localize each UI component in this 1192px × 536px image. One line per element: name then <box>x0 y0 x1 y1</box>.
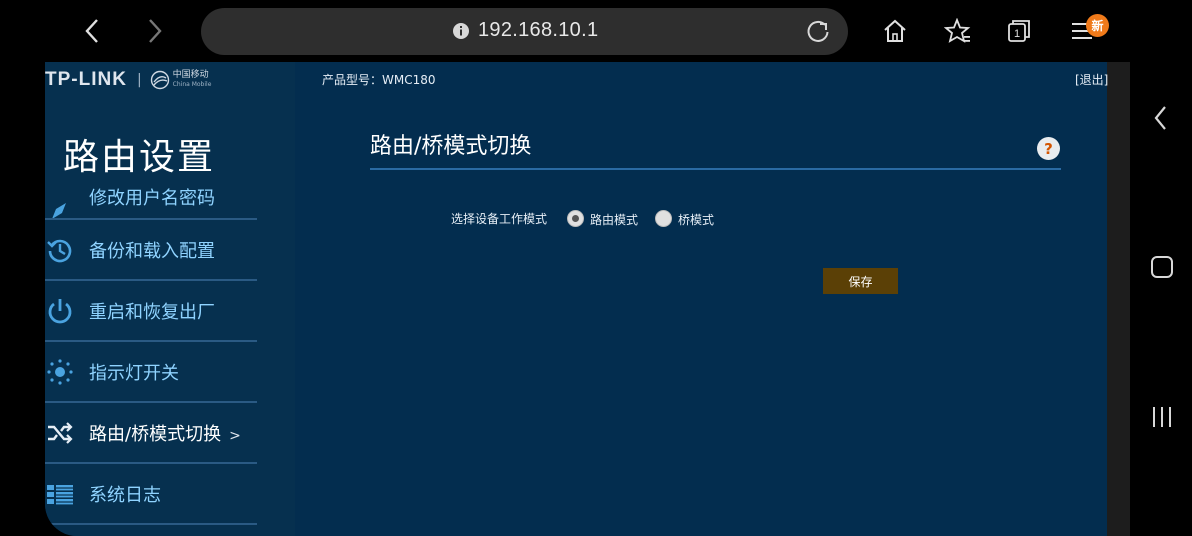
list-icon <box>45 479 75 509</box>
chevron-right-icon: > <box>229 427 241 444</box>
sidebar-item-backup-restore[interactable]: 备份和载入配置 <box>45 220 257 281</box>
sidebar-item-change-password[interactable]: 修改用户名密码 <box>45 180 257 220</box>
sidebar-item-led-switch[interactable]: 指示灯开关 <box>45 342 257 403</box>
pencil-icon <box>45 196 75 218</box>
history-icon <box>45 235 75 265</box>
sidebar-item-label: 指示灯开关 <box>89 362 179 384</box>
reload-icon[interactable] <box>805 19 831 49</box>
system-nav-bar <box>1130 0 1192 536</box>
save-button[interactable]: 保存 <box>823 268 898 294</box>
title-divider <box>370 168 1061 170</box>
tabs-icon[interactable]: 1 <box>1002 14 1036 48</box>
back-icon[interactable] <box>76 14 110 48</box>
mode-label: 选择设备工作模式 <box>451 212 548 226</box>
home-icon[interactable] <box>878 14 912 48</box>
tplink-logo: TP-LINK <box>45 69 127 90</box>
sidebar-item-label: 系统日志 <box>89 484 161 506</box>
new-badge: 新 <box>1086 14 1109 37</box>
help-icon[interactable]: ? <box>1037 137 1060 160</box>
china-mobile-icon <box>150 70 169 90</box>
router-mode-label[interactable]: 路由模式 <box>590 211 638 228</box>
browser-toolbar: 192.168.10.1 1 新 <box>0 0 1130 62</box>
china-mobile-logo: 中国移动 China Mobile <box>150 70 211 90</box>
section-title: 路由设置 <box>63 137 216 178</box>
sidebar-item-reboot-reset[interactable]: 重启和恢复出厂 <box>45 281 257 342</box>
info-icon[interactable] <box>452 22 470 44</box>
power-icon <box>45 296 75 326</box>
sidebar-item-label: 备份和载入配置 <box>89 240 215 262</box>
sidebar-item-label: 路由/桥模式切换 <box>89 423 222 445</box>
router-admin-page: TP-LINK | 中国移动 China Mobile 产品型号：WMC180 … <box>45 62 1130 536</box>
product-model: 产品型号：WMC180 <box>322 73 436 87</box>
sidebar-item-mode-switch[interactable]: 路由/桥模式切换 > <box>45 403 257 464</box>
sidebar-item-label: 修改用户名密码 <box>89 188 215 209</box>
logout-link[interactable]: [退出] <box>1075 71 1108 88</box>
page-title: 路由/桥模式切换 <box>370 134 532 159</box>
brand-logo: TP-LINK | 中国移动 China Mobile <box>45 69 212 90</box>
shuffle-icon <box>45 418 75 448</box>
sidebar-item-system-log[interactable]: 系统日志 <box>45 464 257 525</box>
nav-recents-icon[interactable] <box>1150 405 1174 433</box>
radio-router-mode[interactable] <box>567 210 584 227</box>
forward-icon[interactable] <box>137 14 171 48</box>
light-icon <box>45 357 75 387</box>
url-text[interactable]: 192.168.10.1 <box>478 19 598 42</box>
sidebar-menu: 修改用户名密码 备份和载入配置 重启和恢复出厂 指示灯开关 路由/桥模式切换 >… <box>45 180 257 525</box>
svg-text:1: 1 <box>1014 28 1020 40</box>
favorites-icon[interactable] <box>941 14 975 48</box>
nav-home-icon[interactable] <box>1150 255 1174 283</box>
bridge-mode-label[interactable]: 桥模式 <box>678 211 714 228</box>
radio-bridge-mode[interactable] <box>655 210 672 227</box>
nav-back-icon[interactable] <box>1152 105 1170 135</box>
sidebar-item-label: 重启和恢复出厂 <box>89 301 215 323</box>
